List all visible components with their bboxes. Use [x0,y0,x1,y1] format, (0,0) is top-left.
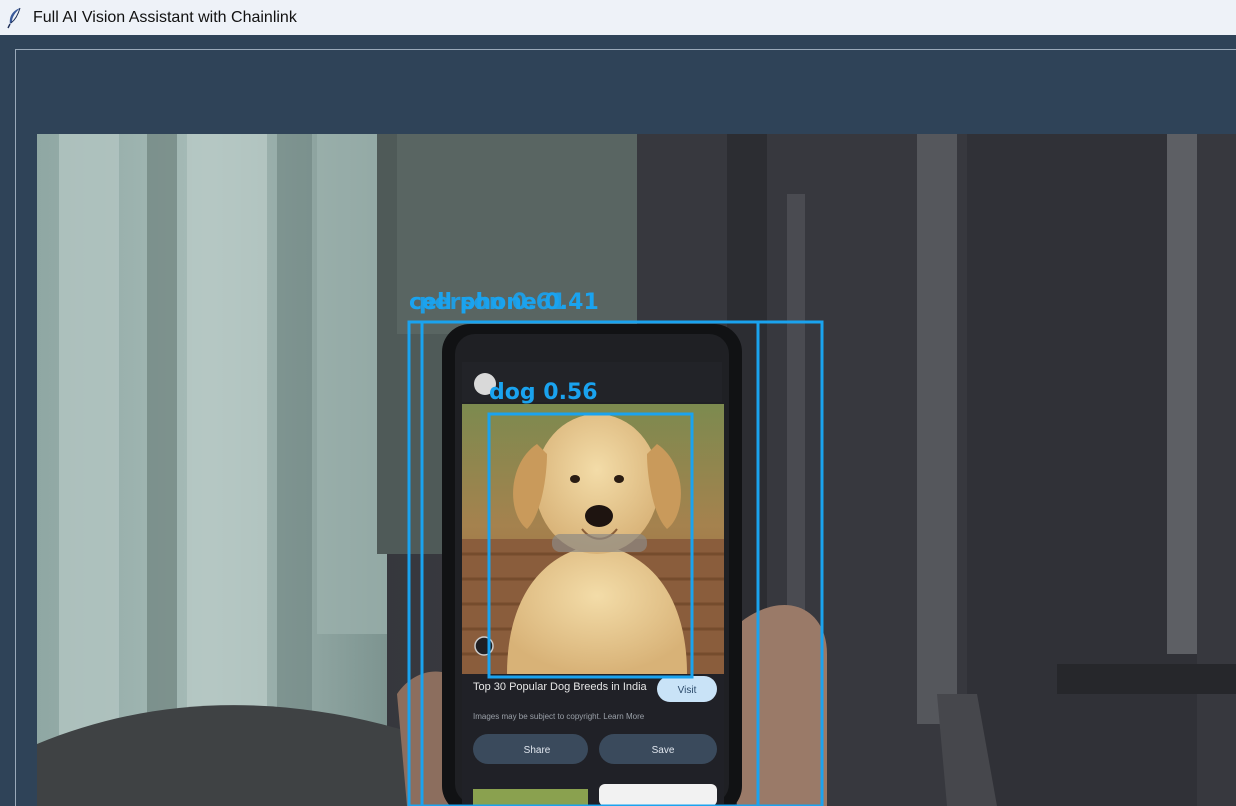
visit-label: Visit [678,685,697,696]
copyright-note: Images may be subject to copyright. Lear… [473,712,645,721]
save-label: Save [652,745,675,756]
share-label: Share [524,745,551,756]
window-title: Full AI Vision Assistant with Chainlink [33,8,297,26]
camera-feed: Top 30 Popular Dog Breeds in India Visit… [37,134,1236,806]
title-bar: Full AI Vision Assistant with Chainlink [0,0,1236,35]
feather-icon [6,7,24,29]
detection-label-person: person 0.61 [419,290,567,315]
camera-image: Top 30 Popular Dog Breeds in India Visit… [37,134,1236,806]
article-title-text: Top 30 Popular Dog Breeds in India [473,681,648,693]
detection-label-dog: dog 0.56 [489,380,598,405]
